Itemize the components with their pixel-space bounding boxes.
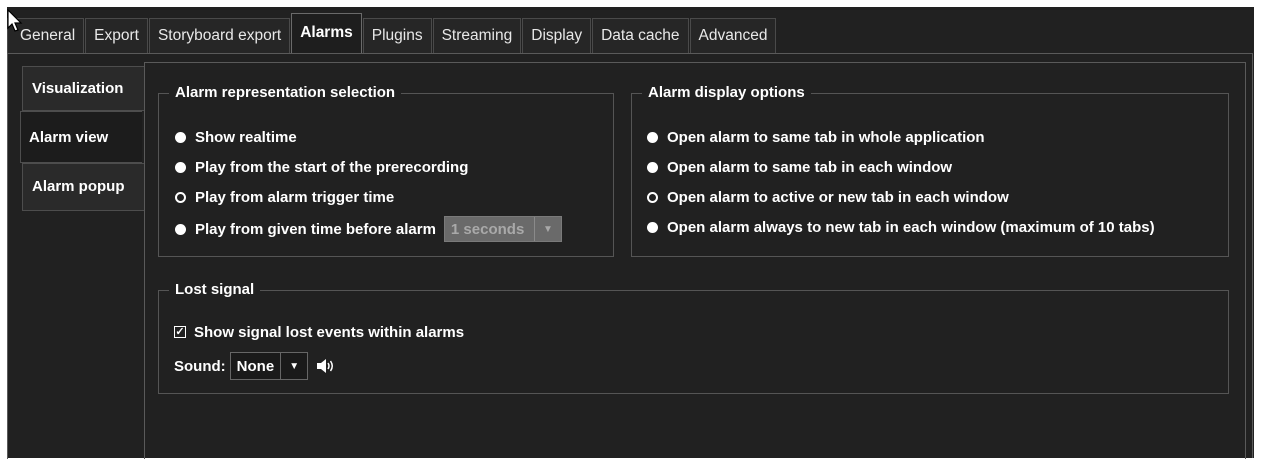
tab-export[interactable]: Export [85, 18, 148, 54]
checkbox-label: Show signal lost events within alarms [194, 323, 465, 341]
tab-streaming[interactable]: Streaming [432, 18, 522, 54]
radio-same-tab-window[interactable]: Open alarm to same tab in each window [647, 155, 952, 179]
radio-label: Open alarm to same tab in whole applicat… [667, 128, 985, 146]
tab-advanced[interactable]: Advanced [689, 18, 777, 54]
sound-label: Sound: [174, 357, 226, 375]
representation-title: Alarm representation selection [169, 83, 402, 103]
sound-value: None [236, 357, 275, 375]
tab-alarms[interactable]: Alarms [291, 13, 362, 54]
radio-icon [175, 191, 186, 203]
chevron-down-icon: ▼ [280, 353, 307, 379]
radio-label: Play from alarm trigger time [195, 188, 395, 206]
radio-label: Play from the start of the prerecording [195, 158, 469, 176]
pointer-cursor-icon [7, 8, 23, 37]
radio-play-from-trigger[interactable]: Play from alarm trigger time [175, 185, 394, 209]
top-tab-bar: General Export Storyboard export Alarms … [7, 7, 777, 54]
sound-row: Sound: None ▼ [174, 351, 336, 381]
speaker-icon[interactable] [316, 358, 336, 374]
tab-storyboard-export[interactable]: Storyboard export [148, 18, 291, 54]
radio-label: Open alarm to active or new tab in each … [667, 188, 1009, 206]
radio-show-realtime[interactable]: Show realtime [175, 125, 297, 149]
side-tab-alarm-view[interactable]: Alarm view [20, 111, 142, 163]
radio-active-or-new-tab[interactable]: Open alarm to active or new tab in each … [647, 185, 1009, 209]
sound-select[interactable]: None ▼ [229, 352, 309, 380]
radio-icon [175, 131, 186, 143]
radio-icon [175, 161, 186, 173]
tab-plugins[interactable]: Plugins [362, 18, 432, 54]
time-before-alarm-combo[interactable]: 1 seconds ▼ [443, 216, 562, 242]
show-signal-lost-checkbox[interactable]: ✓ Show signal lost events within alarms [174, 320, 464, 344]
radio-icon [647, 131, 658, 143]
radio-label: Open alarm to same tab in each window [667, 158, 953, 176]
lost-signal-title: Lost signal [169, 280, 261, 300]
side-tab-visualization[interactable]: Visualization [22, 66, 144, 111]
settings-window: General Export Storyboard export Alarms … [7, 7, 1254, 459]
radio-same-tab-app[interactable]: Open alarm to same tab in whole applicat… [647, 125, 985, 149]
display-options-title: Alarm display options [642, 83, 811, 103]
side-tab-alarm-popup[interactable]: Alarm popup [22, 163, 144, 211]
radio-play-from-given-time[interactable]: Play from given time before alarm 1 seco… [175, 216, 562, 242]
panel-border [1252, 53, 1253, 458]
radio-icon [175, 223, 186, 235]
tab-display[interactable]: Display [522, 18, 592, 54]
radio-icon [647, 221, 658, 233]
radio-play-from-start[interactable]: Play from the start of the prerecording [175, 155, 468, 179]
radio-icon [647, 191, 658, 203]
combo-value: 1 seconds [450, 220, 525, 238]
radio-always-new-tab[interactable]: Open alarm always to new tab in each win… [647, 215, 1155, 239]
radio-label: Show realtime [195, 128, 297, 146]
radio-label: Play from given time before alarm [195, 220, 436, 238]
tab-data-cache[interactable]: Data cache [592, 18, 689, 54]
radio-label: Open alarm always to new tab in each win… [667, 218, 1155, 236]
checkbox-icon: ✓ [174, 326, 186, 338]
chevron-down-icon: ▼ [533, 217, 561, 241]
radio-icon [647, 161, 658, 173]
